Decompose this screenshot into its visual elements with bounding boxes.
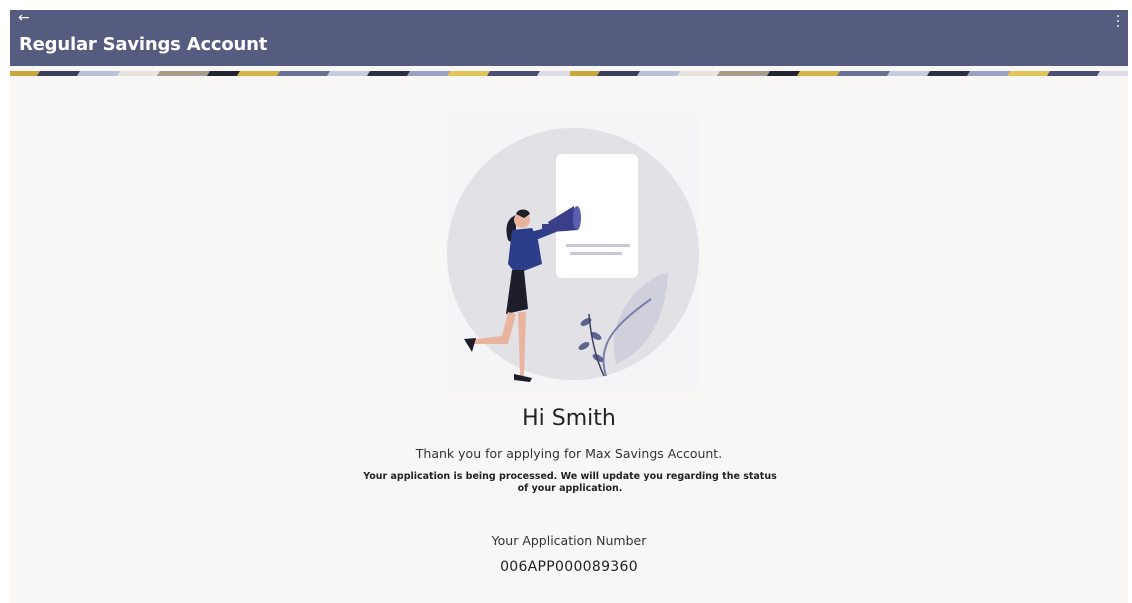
app-frame: ← Regular Savings Account Hi Smith Thank…: [10, 10, 1128, 603]
page-title: Regular Savings Account: [19, 34, 268, 55]
back-arrow-icon[interactable]: ←: [18, 11, 30, 25]
decorative-banner: [10, 66, 1128, 76]
megaphone-woman-illustration: [446, 114, 700, 390]
thank-you-message: Thank you for applying for Max Savings A…: [415, 446, 723, 461]
application-number-value: 006APP000089360: [500, 559, 638, 575]
page-header: ← Regular Savings Account: [10, 10, 1128, 66]
processing-message: Your application is being processed. We …: [363, 471, 777, 494]
greeting-heading: Hi Smith: [522, 406, 616, 431]
application-number-label: Your Application Number: [491, 533, 647, 548]
kebab-menu-icon[interactable]: [1116, 15, 1120, 29]
